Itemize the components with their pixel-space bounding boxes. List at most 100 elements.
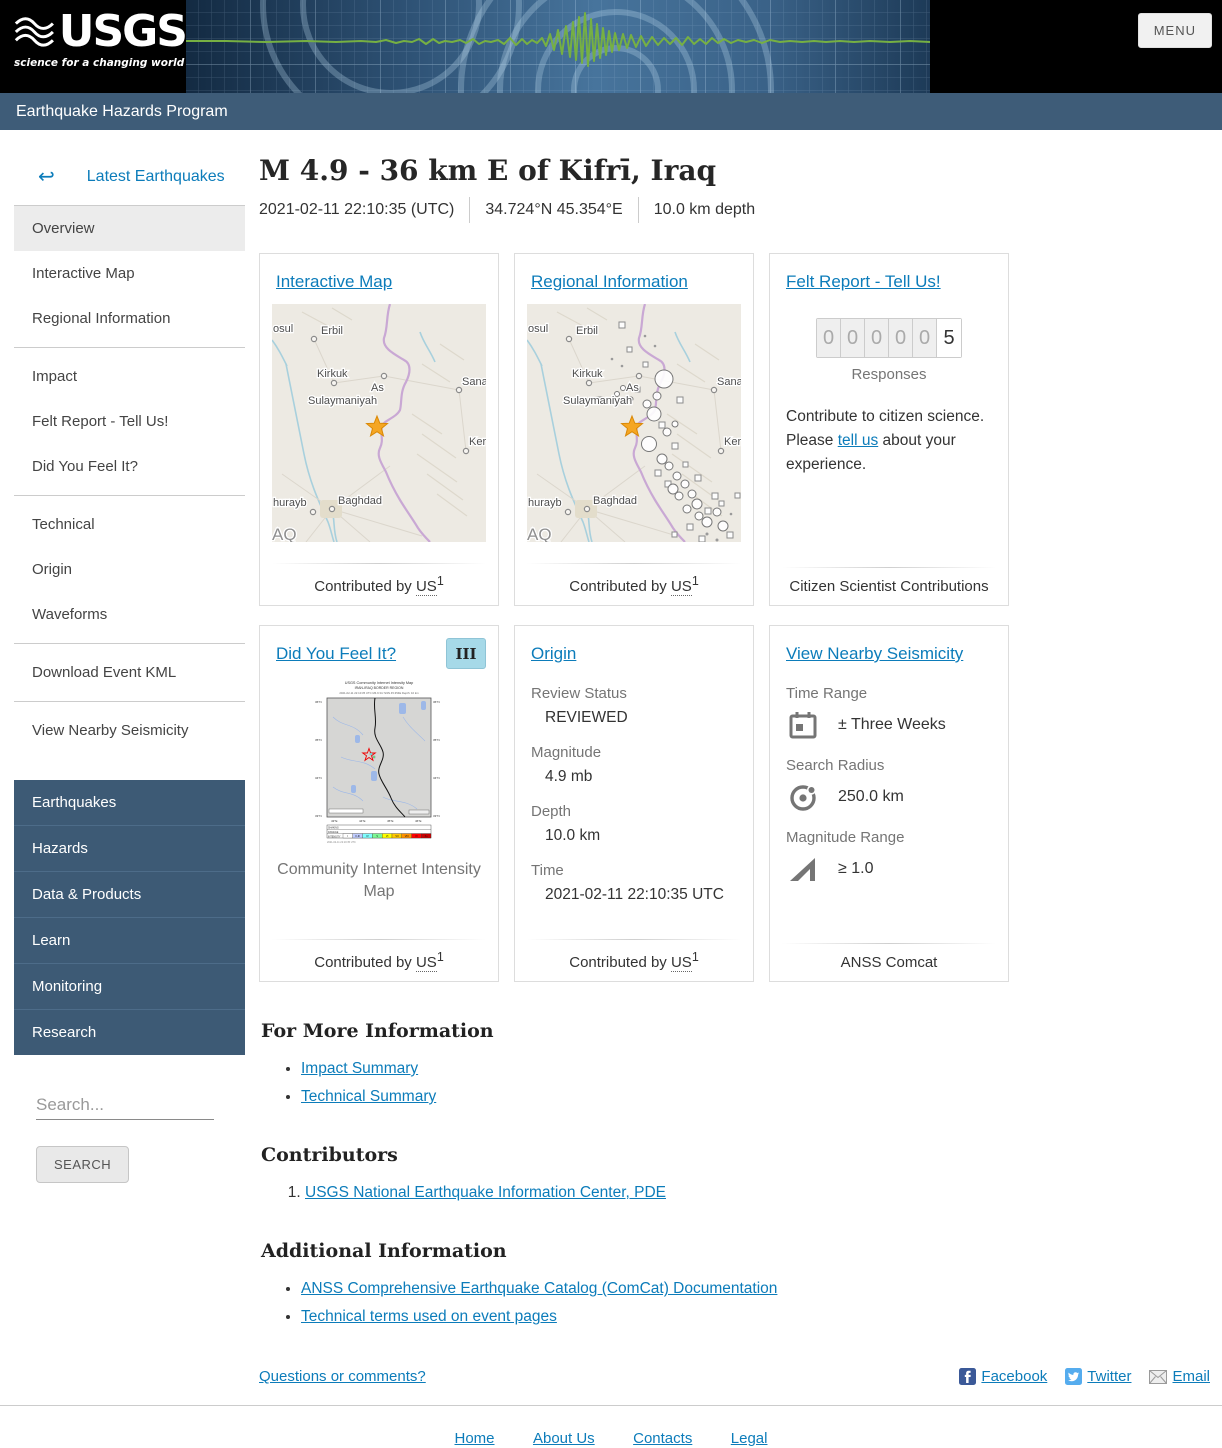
sidebar-item-felt-report[interactable]: Felt Report - Tell Us!: [14, 399, 245, 444]
sitenav-data-products[interactable]: Data & Products: [14, 872, 245, 918]
for-more-information-heading: For More Information: [261, 1020, 1210, 1042]
event-depth: 10.0 km depth: [654, 201, 755, 219]
footer-legal-link[interactable]: Legal: [731, 1430, 768, 1447]
search-input[interactable]: [36, 1091, 214, 1120]
contributors-heading: Contributors: [261, 1144, 1210, 1166]
sidebar-item-view-nearby-seismicity[interactable]: View Nearby Seismicity: [14, 708, 245, 753]
sidebar-item-download-kml[interactable]: Download Event KML: [14, 650, 245, 695]
card-footer: Contributed by US1: [272, 929, 486, 971]
svg-text:34°N: 34°N: [433, 776, 440, 780]
contributor-link[interactable]: US: [416, 578, 437, 596]
card-footer: Contributed by US1: [272, 553, 486, 595]
sidebar-item-overview[interactable]: Overview: [14, 206, 245, 251]
contributor-neic-link[interactable]: USGS National Earthquake Information Cen…: [305, 1184, 666, 1201]
odometer-digit: 0: [841, 319, 865, 357]
felt-report-link[interactable]: Felt Report - Tell Us!: [786, 272, 941, 292]
card-origin: Origin Review Status REVIEWED Magnitude …: [514, 625, 754, 982]
dyfi-intensity-map-thumbnail[interactable]: USGS Community Internet Intensity Map IR…: [313, 677, 445, 849]
time-range-value: ± Three Weeks: [838, 716, 946, 734]
magnitude-range-icon: [788, 854, 818, 884]
svg-text:V: V: [376, 834, 378, 838]
usgs-logo[interactable]: USGS science for a changing world: [0, 0, 186, 93]
svg-text:Kirkuk: Kirkuk: [572, 368, 603, 380]
depth-value: 10.0 km: [545, 827, 741, 845]
svg-text:DAMAGE: DAMAGE: [328, 831, 339, 834]
sidebar-item-impact[interactable]: Impact: [14, 354, 245, 399]
odometer-digit: 0: [865, 319, 889, 357]
svg-text:IX: IX: [415, 834, 418, 838]
technical-terms-link[interactable]: Technical terms used on event pages: [301, 1308, 557, 1325]
svg-text:IRAN-IRAQ BORDER REGION: IRAN-IRAQ BORDER REGION: [355, 686, 404, 690]
twitter-link[interactable]: Twitter: [1065, 1368, 1131, 1385]
card-view-nearby-seismicity: View Nearby Seismicity Time Range ± Thre…: [769, 625, 1009, 982]
comcat-documentation-link[interactable]: ANSS Comprehensive Earthquake Catalog (C…: [301, 1280, 777, 1297]
menu-button[interactable]: MENU: [1138, 13, 1212, 48]
site-header: USGS science for a changing world MENU: [0, 0, 1222, 93]
footer-about-us-link[interactable]: About Us: [533, 1430, 595, 1447]
magnitude-range-label: Magnitude Range: [786, 829, 996, 846]
regional-information-thumbnail[interactable]: osul Erbil Kirkuk As Sulaymaniyah Sana K…: [527, 304, 741, 542]
sidebar-item-origin[interactable]: Origin: [14, 547, 245, 592]
time-range-label: Time Range: [786, 685, 996, 702]
sidebar-item-did-you-feel-it[interactable]: Did You Feel It?: [14, 444, 245, 489]
usgs-tagline: science for a changing world: [14, 57, 186, 69]
review-status-label: Review Status: [531, 685, 741, 702]
facebook-link[interactable]: Facebook: [959, 1368, 1047, 1385]
sitenav-earthquakes[interactable]: Earthquakes: [14, 780, 245, 826]
svg-text:VII: VII: [395, 834, 398, 838]
svg-text:45°E: 45°E: [387, 819, 394, 823]
magnitude-range-value: ≥ 1.0: [838, 860, 873, 878]
review-status-value: REVIEWED: [545, 709, 741, 727]
sitenav-learn[interactable]: Learn: [14, 918, 245, 964]
svg-text:VI: VI: [386, 834, 389, 838]
svg-text:34°N: 34°N: [315, 776, 322, 780]
footer-home-link[interactable]: Home: [455, 1430, 495, 1447]
email-icon: [1149, 1370, 1167, 1384]
overview-cards: Interactive Map: [259, 253, 1009, 982]
card-footer: Contributed by US1: [527, 929, 741, 971]
did-you-feel-it-link[interactable]: Did You Feel It?: [276, 644, 396, 664]
event-meta: 2021-02-11 22:10:35 (UTC) 34.724°N 45.35…: [259, 197, 1210, 223]
interactive-map-link[interactable]: Interactive Map: [276, 272, 392, 292]
sitenav-hazards[interactable]: Hazards: [14, 826, 245, 872]
search-button[interactable]: SEARCH: [36, 1146, 129, 1183]
latest-earthquakes-link[interactable]: Latest Earthquakes: [87, 168, 225, 186]
interactive-map-thumbnail[interactable]: osul Erbil Kirkuk As Sulaymaniyah Sana K…: [272, 304, 486, 542]
sitenav-research[interactable]: Research: [14, 1010, 245, 1055]
sidebar-item-waveforms[interactable]: Waveforms: [14, 592, 245, 637]
back-to-latest-earthquakes[interactable]: ↩ Latest Earthquakes: [14, 164, 245, 206]
email-link[interactable]: Email: [1149, 1368, 1210, 1385]
regional-information-link[interactable]: Regional Information: [531, 272, 688, 292]
sidebar-item-regional-information[interactable]: Regional Information: [14, 296, 245, 341]
social-links: Facebook Twitter Email: [959, 1368, 1210, 1385]
contributor-link[interactable]: US: [671, 954, 692, 972]
magnitude-value: 4.9 mb: [545, 768, 741, 786]
sitenav-monitoring[interactable]: Monitoring: [14, 964, 245, 1010]
event-time: 2021-02-11 22:10:35 (UTC): [259, 201, 454, 219]
impact-summary-link[interactable]: Impact Summary: [301, 1060, 418, 1077]
page-title: M 4.9 - 36 km E of Kifrī, Iraq: [259, 154, 1210, 187]
list-item: ANSS Comprehensive Earthquake Catalog (C…: [301, 1280, 1210, 1298]
contributor-link[interactable]: US: [671, 578, 692, 596]
sidebar-item-interactive-map[interactable]: Interactive Map: [14, 251, 245, 296]
sidebar-item-technical[interactable]: Technical: [14, 502, 245, 547]
calendar-icon: [788, 710, 818, 740]
svg-text:AQ: AQ: [272, 525, 297, 542]
odometer-digit: 0: [913, 319, 937, 357]
event-nav: Overview Interactive Map Regional Inform…: [14, 206, 245, 753]
responses-label: Responses: [782, 366, 996, 383]
felt-report-text: Contribute to citizen science. Please te…: [786, 405, 992, 477]
svg-text:44°E: 44°E: [359, 819, 366, 823]
search-radius-value: 250.0 km: [838, 788, 904, 806]
seismograph-banner-image: [186, 0, 930, 93]
origin-link[interactable]: Origin: [531, 644, 576, 664]
back-arrow-icon[interactable]: ↩: [38, 164, 55, 189]
technical-summary-link[interactable]: Technical Summary: [301, 1088, 436, 1105]
footer-contacts-link[interactable]: Contacts: [633, 1430, 692, 1447]
tell-us-link[interactable]: tell us: [838, 432, 879, 449]
view-nearby-seismicity-link[interactable]: View Nearby Seismicity: [786, 644, 963, 664]
list-item: USGS National Earthquake Information Cen…: [305, 1184, 1210, 1202]
footer-divider: [0, 1405, 1222, 1406]
questions-or-comments-link[interactable]: Questions or comments?: [259, 1368, 426, 1385]
contributor-link[interactable]: US: [416, 954, 437, 972]
